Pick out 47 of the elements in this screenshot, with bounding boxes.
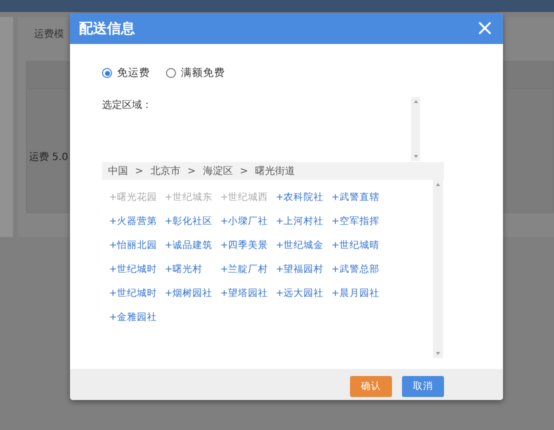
area-option[interactable]: +怡丽北园 bbox=[109, 239, 157, 252]
breadcrumb-item[interactable]: 海淀区 bbox=[202, 164, 233, 178]
close-button[interactable]: × bbox=[476, 18, 494, 40]
area-option[interactable]: +空军指挥 bbox=[331, 215, 380, 228]
breadcrumb-item[interactable]: 北京市 bbox=[150, 164, 180, 178]
scroll-up-icon[interactable] bbox=[414, 100, 418, 103]
area-option[interactable]: +晨月园社 bbox=[331, 287, 380, 300]
radio-button[interactable] bbox=[166, 68, 176, 78]
radio-option[interactable]: 免运费 bbox=[102, 66, 150, 80]
area-option[interactable]: +火器营第 bbox=[109, 215, 157, 228]
field-label: 选定区域： bbox=[102, 100, 152, 111]
area-option[interactable]: +农科院社 bbox=[276, 191, 324, 204]
area-option[interactable]: +小墚厂社 bbox=[220, 215, 268, 228]
area-option[interactable]: +兰靛厂村 bbox=[220, 263, 268, 276]
radio-option[interactable]: 满额免费 bbox=[166, 66, 225, 80]
area-option[interactable]: +上河村社 bbox=[276, 215, 324, 228]
area-option[interactable]: +彰化社区 bbox=[164, 215, 213, 228]
cancel-button[interactable]: 取消 bbox=[402, 376, 444, 396]
area-option[interactable]: +曙光村 bbox=[164, 263, 203, 276]
breadcrumb-item[interactable]: 中国 bbox=[108, 164, 128, 178]
area-option[interactable]: +烟树园社 bbox=[164, 287, 213, 300]
area-option[interactable]: +金雅园社 bbox=[109, 311, 157, 324]
breadcrumb-separator: > bbox=[240, 166, 248, 176]
scrollbar[interactable] bbox=[411, 97, 420, 161]
breadcrumb-separator: > bbox=[135, 166, 144, 176]
area-option[interactable]: +武警总部 bbox=[331, 263, 380, 276]
tab-label[interactable]: 运费模 bbox=[34, 29, 64, 40]
radio-button[interactable] bbox=[102, 68, 112, 78]
area-option[interactable]: +武警直辖 bbox=[331, 191, 380, 204]
scrollbar[interactable] bbox=[433, 180, 443, 358]
dialog-title: 配送信息 bbox=[79, 20, 135, 38]
area-option[interactable]: +望塔园社 bbox=[220, 287, 268, 300]
confirm-button[interactable]: 确认 bbox=[350, 376, 392, 396]
area-option[interactable]: +世纪城时 bbox=[109, 263, 157, 276]
area-option[interactable]: +远大园社 bbox=[276, 287, 324, 300]
breadcrumb-separator: > bbox=[187, 166, 196, 176]
scroll-down-icon[interactable] bbox=[436, 352, 440, 355]
breadcrumb-item[interactable]: 曙光街道 bbox=[255, 164, 296, 178]
area-option[interactable]: +世纪城金 bbox=[276, 239, 324, 252]
area-option[interactable]: +世纪城晴 bbox=[331, 239, 380, 252]
area-option[interactable]: +望福园村 bbox=[276, 263, 324, 276]
table-cell: 运费 5.0 bbox=[29, 152, 68, 163]
scroll-up-icon[interactable] bbox=[436, 183, 440, 186]
area-option[interactable]: +四季美景 bbox=[220, 239, 268, 252]
area-option[interactable]: +诚品建筑 bbox=[164, 239, 213, 252]
scroll-down-icon[interactable] bbox=[414, 155, 418, 158]
area-option[interactable]: +世纪城时 bbox=[109, 287, 157, 300]
